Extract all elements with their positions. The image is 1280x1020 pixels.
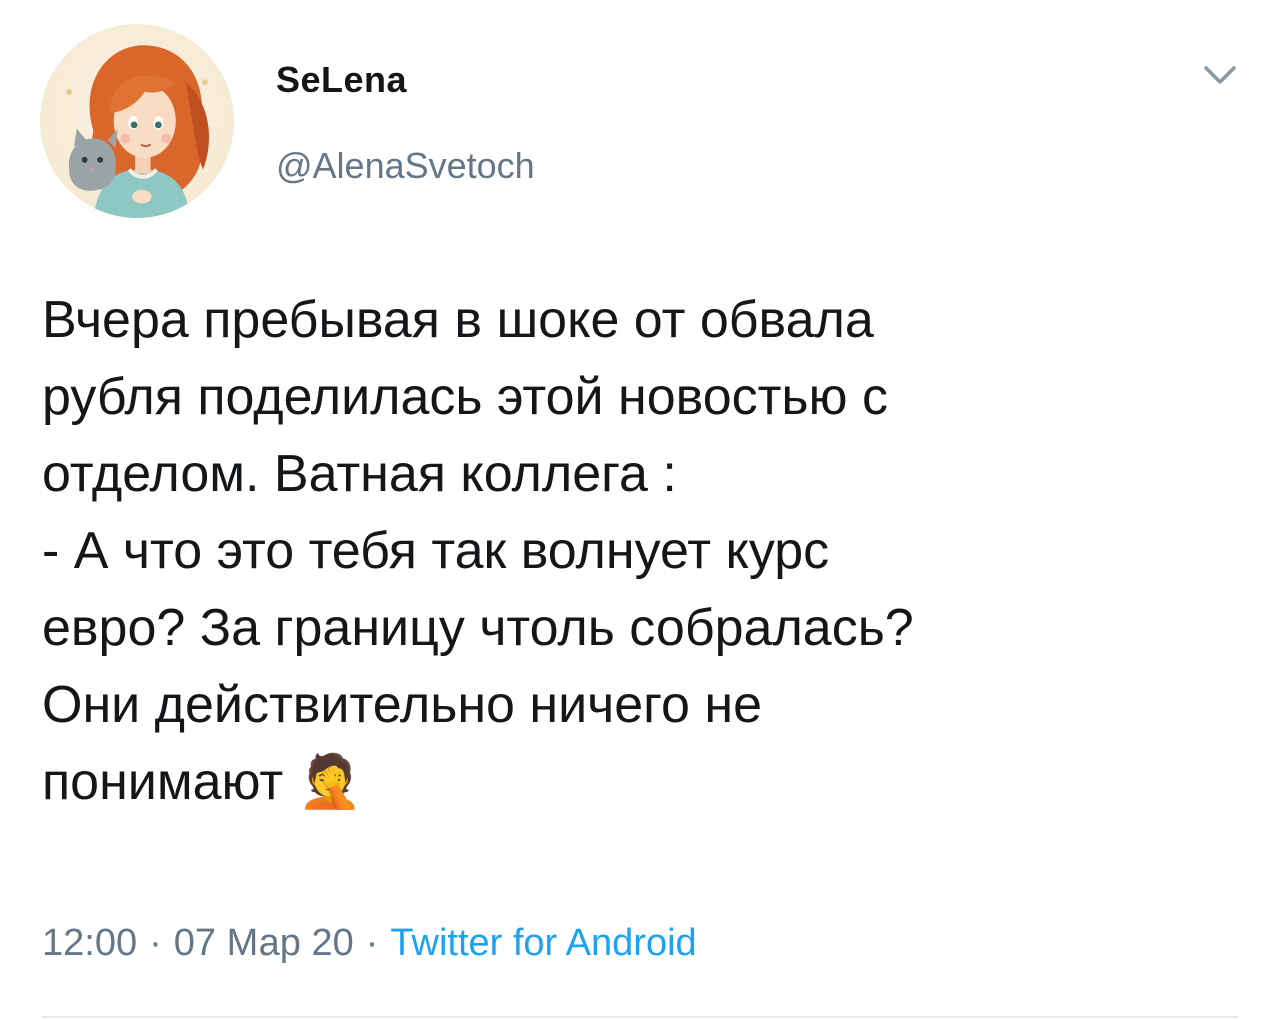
- avatar[interactable]: [40, 24, 234, 218]
- tweet-date[interactable]: 07 Мар 20: [174, 922, 354, 964]
- meta-separator: ·: [149, 922, 162, 964]
- tweet-card: SeLena @AlenaSvetoch Вчера пребывая в шо…: [0, 0, 1280, 1020]
- meta-separator: ·: [365, 922, 379, 964]
- author-handle[interactable]: @AlenaSvetoch: [276, 146, 535, 186]
- tweet-time[interactable]: 12:00: [42, 922, 137, 964]
- author-display-name[interactable]: SeLena: [276, 60, 407, 100]
- tweet-source-link[interactable]: Twitter for Android: [390, 922, 696, 964]
- divider: [42, 1016, 1238, 1018]
- chevron-down-icon[interactable]: [1196, 56, 1244, 96]
- avatar-illustration: [66, 45, 210, 218]
- tweet-metadata: 12:00 · 07 Мар 20 · Twitter for Android: [42, 920, 697, 966]
- tweet-text: Вчера пребывая в шоке от обвала рубля по…: [42, 291, 914, 811]
